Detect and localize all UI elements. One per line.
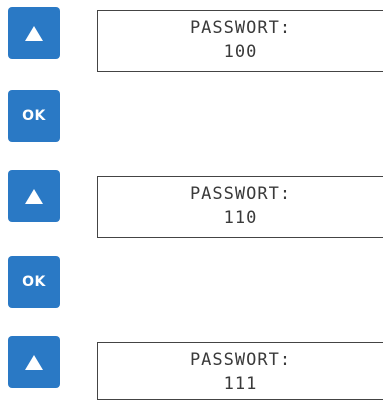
up-button[interactable] <box>8 336 60 388</box>
password-value: 100 <box>223 42 258 62</box>
ok-button[interactable]: OK <box>8 256 60 308</box>
up-arrow-icon <box>25 188 43 204</box>
password-value: 110 <box>223 208 258 228</box>
password-display: PASSWORT: 100 <box>97 10 383 72</box>
up-button[interactable] <box>8 7 60 59</box>
password-display: PASSWORT: 111 <box>97 342 383 400</box>
up-arrow-icon <box>25 25 43 41</box>
up-button[interactable] <box>8 170 60 222</box>
ok-label: OK <box>22 108 46 124</box>
password-label: PASSWORT: <box>189 184 292 204</box>
password-label: PASSWORT: <box>189 18 292 38</box>
password-label: PASSWORT: <box>189 350 292 370</box>
password-display: PASSWORT: 110 <box>97 176 383 238</box>
password-value: 111 <box>223 374 258 394</box>
ok-label: OK <box>22 274 46 290</box>
ok-button[interactable]: OK <box>8 90 60 142</box>
up-arrow-icon <box>25 354 43 370</box>
